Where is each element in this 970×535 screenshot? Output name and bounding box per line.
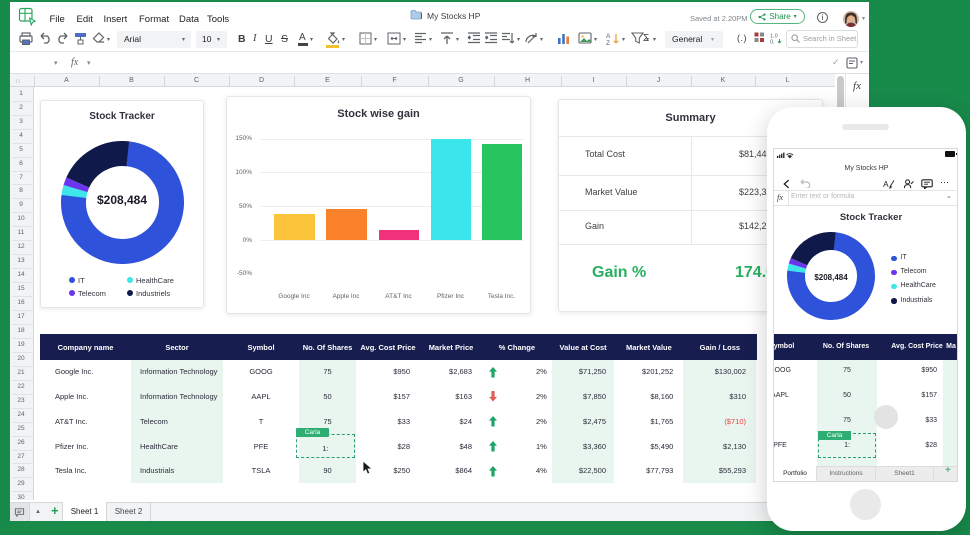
svg-text:A: A bbox=[883, 180, 889, 189]
svg-text:0.: 0. bbox=[770, 40, 775, 45]
svg-text:Z: Z bbox=[606, 40, 610, 45]
svg-text:A: A bbox=[606, 33, 611, 40]
